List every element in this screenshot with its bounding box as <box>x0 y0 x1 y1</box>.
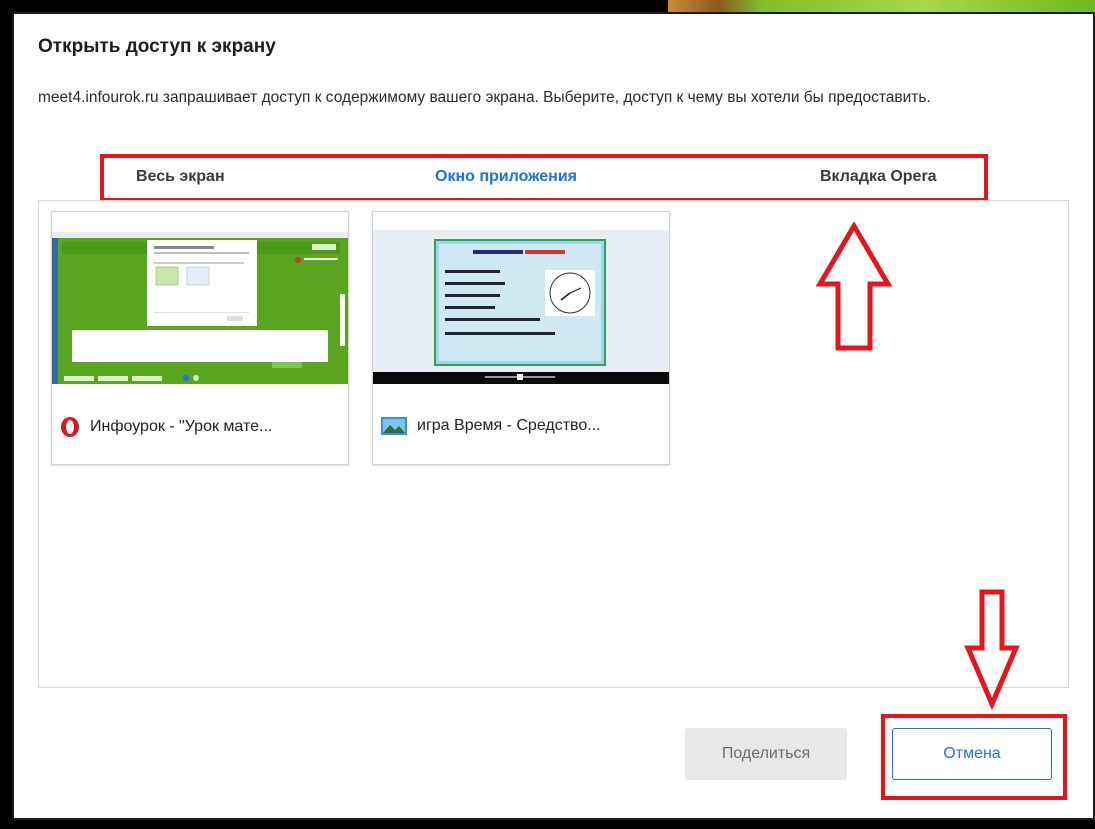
dialog-title: Открыть доступ к экрану <box>38 36 276 57</box>
window-caption: Инфоурок - "Урок мате... <box>60 416 272 438</box>
background-desktop <box>668 0 1095 12</box>
opera-icon <box>60 416 80 438</box>
dialog-description: meet4.infourok.ru запрашивает доступ к с… <box>38 89 931 106</box>
tab-opera-tab[interactable]: Вкладка Opera <box>820 168 937 186</box>
window-list-panel: Инфоурок - "Урок мате... игра Время - Ср… <box>38 200 1069 688</box>
share-button[interactable]: Поделиться <box>685 728 847 780</box>
window-preview-image <box>52 212 348 384</box>
cancel-button[interactable]: Отмена <box>892 728 1052 780</box>
window-caption: игра Время - Средство... <box>381 416 601 436</box>
tab-application-window[interactable]: Окно приложения <box>435 168 577 186</box>
window-thumbnail-opera[interactable]: Инфоурок - "Урок мате... <box>51 211 349 465</box>
arrow-down-icon <box>964 589 1020 710</box>
window-title: Инфоурок - "Урок мате... <box>90 418 273 435</box>
window-preview-image <box>373 212 669 384</box>
window-thumbnail-game[interactable]: игра Время - Средство... <box>372 211 670 465</box>
window-title: игра Время - Средство... <box>417 417 601 434</box>
tab-entire-screen[interactable]: Весь экран <box>136 168 225 186</box>
arrow-up-icon <box>816 222 892 351</box>
source-tabs: Весь экран Окно приложения Вкладка Opera <box>100 154 988 202</box>
image-viewer-icon <box>381 416 407 436</box>
screen-share-dialog: Открыть доступ к экрану meet4.infourok.r… <box>12 12 1095 820</box>
